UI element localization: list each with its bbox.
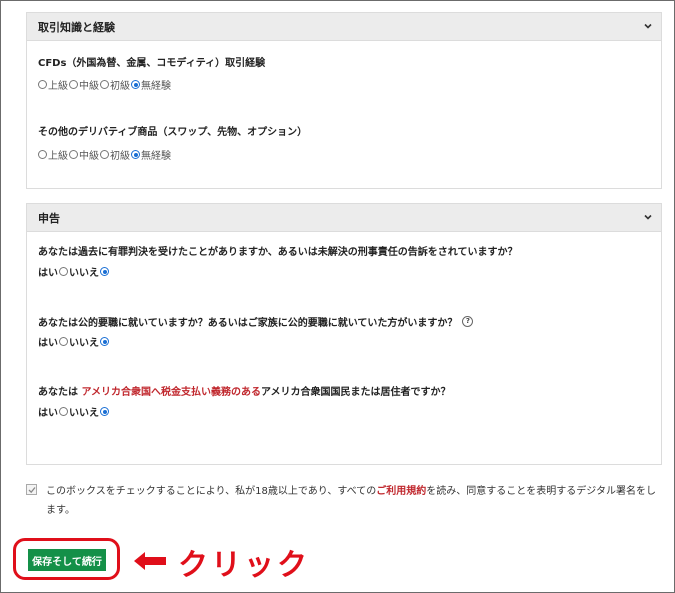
- pep-yes-radio[interactable]: [59, 337, 68, 346]
- cfd-intermediate-label: 中級: [79, 81, 99, 92]
- us-tax-options: はい いいえ: [38, 404, 110, 419]
- consent-text: このボックスをチェックすることにより、私が18歳以上であり、すべてのご利用規約を…: [46, 482, 661, 520]
- declaration-panel-header[interactable]: 申告: [27, 204, 661, 232]
- us-tax-no-label: いいえ: [69, 408, 99, 419]
- cfd-beginner-radio[interactable]: [100, 80, 109, 89]
- cfd-none-label: 無経験: [141, 81, 171, 92]
- deriv-none-label: 無経験: [141, 151, 171, 162]
- chevron-down-icon[interactable]: [642, 20, 654, 32]
- conviction-no-radio[interactable]: [100, 267, 109, 276]
- conviction-question: あなたは過去に有罪判決を受けたことがありますか、あるいは未解決の刑事責任の告訴を…: [38, 247, 518, 258]
- us-tax-question-suffix: アメリカ合衆国国民または居住者ですか？: [260, 387, 451, 398]
- consent-checkbox[interactable]: [26, 484, 37, 495]
- pep-question-text: あなたは公的要職に就いていますか？あるいはご家族に公的要職に就いていた方がいます…: [38, 318, 458, 329]
- us-tax-question: あなたは アメリカ合衆国へ税金支払い義務のあるアメリカ合衆国国民または居住者です…: [38, 383, 450, 398]
- pep-options: はい いいえ: [38, 334, 110, 349]
- cfd-intermediate-radio[interactable]: [69, 80, 78, 89]
- checkmark-icon: [28, 487, 36, 494]
- conviction-yes-label: はい: [38, 268, 58, 279]
- pep-no-radio[interactable]: [100, 337, 109, 346]
- conviction-options: はい いいえ: [38, 264, 110, 279]
- cfd-experience-label: CFDs（外国為替、金属、コモディティ）取引経験: [38, 58, 266, 69]
- deriv-intermediate-label: 中級: [79, 151, 99, 162]
- deriv-advanced-label: 上級: [48, 151, 68, 162]
- arrow-left-icon: [134, 552, 166, 570]
- question-mark-icon[interactable]: ?: [462, 316, 474, 327]
- us-tax-yes-radio[interactable]: [59, 407, 68, 416]
- deriv-beginner-label: 初級: [110, 151, 130, 162]
- consent-text-before: このボックスをチェックすることにより、私が18歳以上であり、すべての: [46, 486, 377, 497]
- us-tax-yes-label: はい: [38, 408, 58, 419]
- chevron-down-icon[interactable]: [642, 211, 654, 223]
- button-highlight-box: 保存そして続行: [13, 538, 120, 580]
- cfd-experience-options: 上級 中級 初級 無経験: [37, 77, 171, 92]
- terms-link[interactable]: ご利用規約: [376, 486, 426, 497]
- deriv-advanced-radio[interactable]: [38, 150, 47, 159]
- us-tax-question-prefix: あなたは: [38, 387, 82, 398]
- declaration-panel: 申告 あなたは過去に有罪判決を受けたことがありますか、あるいは未解決の刑事責任の…: [26, 203, 662, 465]
- experience-panel-header[interactable]: 取引知識と経験: [27, 13, 661, 41]
- derivatives-experience-options: 上級 中級 初級 無経験: [37, 147, 171, 162]
- deriv-beginner-radio[interactable]: [100, 150, 109, 159]
- experience-panel-title: 取引知識と経験: [38, 21, 115, 34]
- derivatives-experience-label: その他のデリバティブ商品（スワップ、先物、オプション）: [38, 127, 308, 138]
- deriv-intermediate-radio[interactable]: [69, 150, 78, 159]
- cfd-advanced-label: 上級: [48, 81, 68, 92]
- us-tax-highlight-link[interactable]: アメリカ合衆国へ税金支払い義務のある: [81, 387, 261, 398]
- conviction-yes-radio[interactable]: [59, 267, 68, 276]
- cfd-advanced-radio[interactable]: [38, 80, 47, 89]
- cfd-beginner-label: 初級: [110, 81, 130, 92]
- cfd-none-radio[interactable]: [131, 80, 140, 89]
- us-tax-no-radio[interactable]: [100, 407, 109, 416]
- conviction-no-label: いいえ: [69, 268, 99, 279]
- experience-panel: 取引知識と経験 CFDs（外国為替、金属、コモディティ）取引経験 上級 中級 初…: [26, 12, 662, 189]
- declaration-panel-title: 申告: [38, 212, 60, 225]
- click-annotation: クリック: [178, 548, 310, 583]
- save-and-continue-button[interactable]: 保存そして続行: [28, 549, 106, 571]
- deriv-none-radio[interactable]: [131, 150, 140, 159]
- pep-question: あなたは公的要職に就いていますか？あるいはご家族に公的要職に就いていた方がいます…: [38, 314, 474, 329]
- pep-yes-label: はい: [38, 338, 58, 349]
- pep-no-label: いいえ: [69, 338, 99, 349]
